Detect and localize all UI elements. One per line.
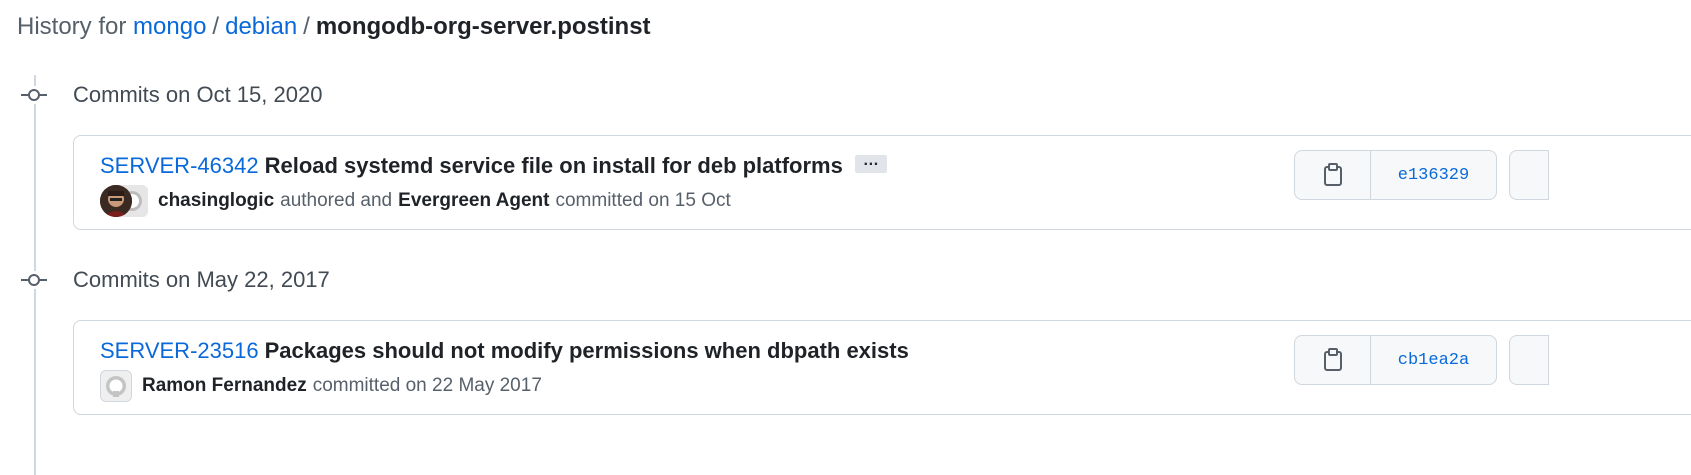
commit-author-link[interactable]: Ramon Fernandez <box>142 375 307 397</box>
breadcrumb-folder-link[interactable]: debian <box>225 13 297 40</box>
git-commit-icon <box>0 78 70 112</box>
history-prefix: History for <box>17 13 127 40</box>
committed-date: committed on 22 May 2017 <box>312 375 542 396</box>
commit-title: SERVER-46342 Reload systemd service file … <box>100 152 887 180</box>
git-commit-icon <box>0 263 70 297</box>
commit-card: SERVER-46342 Reload systemd service file … <box>73 135 1691 230</box>
breadcrumb-owner-link[interactable]: mongo <box>133 13 206 40</box>
copy-sha-button[interactable] <box>1294 150 1371 200</box>
commit-author-link[interactable]: chasinglogic <box>158 190 274 212</box>
expand-message-button[interactable]: … <box>854 153 887 174</box>
commit-title: SERVER-23516 Packages should not modify p… <box>100 337 909 365</box>
author-avatar[interactable] <box>100 370 132 402</box>
avatar-stack <box>100 185 150 217</box>
commit-group-header: Commits on May 22, 2017 <box>0 263 330 297</box>
commit-actions: cb1ea2a <box>1294 335 1549 385</box>
commit-group-header: Commits on Oct 15, 2020 <box>0 78 322 112</box>
breadcrumb-separator: / <box>212 13 220 40</box>
commit-message-link[interactable]: Packages should not modify permissions w… <box>265 338 909 363</box>
commit-actions: e136329 <box>1294 150 1549 200</box>
copy-sha-button[interactable] <box>1294 335 1371 385</box>
commit-issue-link[interactable]: SERVER-23516 <box>100 338 259 363</box>
commit-sha-link[interactable]: e136329 <box>1371 150 1497 200</box>
commit-sha-link[interactable]: cb1ea2a <box>1371 335 1497 385</box>
committed-date: committed on 15 Oct <box>555 190 731 211</box>
breadcrumb-current-file: mongodb-org-server.postinst <box>315 13 651 40</box>
browse-repo-button[interactable] <box>1509 150 1549 200</box>
commit-message-link[interactable]: Reload systemd service file on install f… <box>265 153 843 178</box>
authored-text: authored and <box>280 190 393 211</box>
commit-meta: Ramon Fernandez committed on 22 May 2017 <box>100 370 548 402</box>
commit-card: SERVER-23516 Packages should not modify p… <box>73 320 1691 415</box>
commit-committer-link[interactable]: Evergreen Agent <box>398 190 549 212</box>
clipboard-icon <box>1323 348 1342 371</box>
commit-issue-link[interactable]: SERVER-46342 <box>100 153 259 178</box>
commit-group-date: Commits on Oct 15, 2020 <box>73 82 323 107</box>
commit-group-date: Commits on May 22, 2017 <box>73 267 330 292</box>
browse-repo-button[interactable] <box>1509 335 1549 385</box>
commit-meta: chasinglogic authored and Evergreen Agen… <box>100 185 737 217</box>
author-avatar[interactable] <box>100 185 132 217</box>
clipboard-icon <box>1323 163 1342 186</box>
page-title: History for mongo / debian / mongodb-org-ser… <box>17 12 651 42</box>
breadcrumb-separator: / <box>303 13 310 40</box>
